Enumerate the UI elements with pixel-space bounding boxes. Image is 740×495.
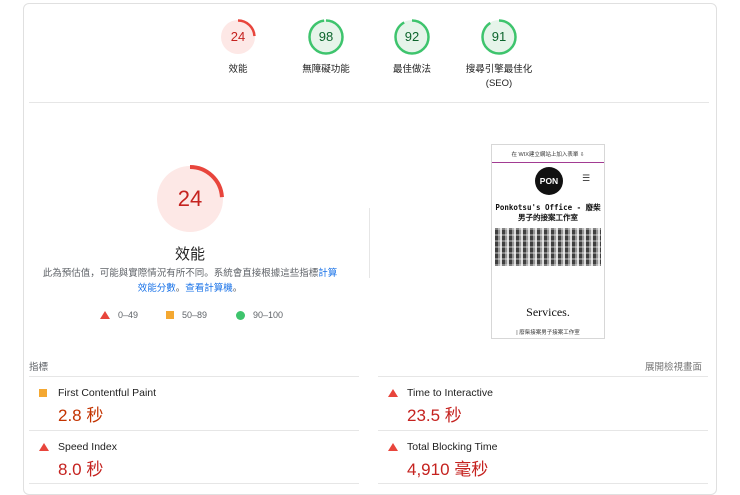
site-footer-text: | 廢柴接案男子接案工作室	[516, 330, 580, 336]
category-label: 效能	[228, 64, 248, 75]
site-headline: Ponkotsu's Office - 廢柴男子的接案工作室	[495, 203, 601, 222]
metric-name: First Contentful Paint	[58, 387, 157, 399]
triangle-icon	[100, 311, 110, 319]
category-label: 無障礙功能	[302, 64, 350, 75]
metric-value: 4,910 毫秒	[407, 460, 489, 479]
divider	[378, 483, 708, 484]
legend-label: 0–49	[118, 310, 139, 320]
category-score: 92	[404, 29, 420, 44]
legend-pass: 90–100	[236, 310, 283, 320]
expand-view-toggle[interactable]: 展開檢視畫面	[620, 359, 702, 373]
view-calculator-link[interactable]: 查看計算機	[185, 283, 233, 294]
wix-banner: 在 WIX建立網站上加入表單 ⇩	[492, 148, 604, 163]
metric-name: Time to Interactive	[407, 387, 493, 399]
circle-icon	[236, 310, 245, 320]
metric-value: 2.8 秒	[58, 406, 104, 425]
metric-name: Total Blocking Time	[407, 441, 498, 453]
divider	[492, 162, 604, 163]
triangle-icon	[388, 389, 398, 397]
hamburger-menu-icon: ☰	[582, 173, 591, 183]
category-score: 98	[318, 29, 334, 44]
description-text: 。	[175, 283, 186, 294]
services-heading: Services.	[526, 305, 570, 319]
final-screenshot: 在 WIX建立網站上加入表單 ⇩ PON ☰ Ponkotsu's Office…	[491, 144, 605, 339]
description-text: 。	[232, 283, 243, 294]
category-gauge-accessibility[interactable]: 98 無障礙功能	[291, 18, 361, 77]
legend-label: 90–100	[253, 310, 284, 320]
metric-name: Speed Index	[58, 441, 117, 453]
legend-fail: 0–49	[100, 310, 138, 320]
divider	[29, 102, 709, 103]
legend-average: 50–89	[166, 310, 207, 320]
metrics-title: 指標	[29, 362, 49, 373]
site-logo: PON	[535, 167, 563, 195]
divider	[29, 430, 359, 431]
category-score: 24	[230, 29, 246, 44]
divider	[29, 483, 359, 484]
category-gauge-performance[interactable]: 24 效能	[203, 18, 273, 77]
divider	[29, 376, 359, 377]
metric-value: 23.5 秒	[407, 406, 462, 425]
performance-title: 效能	[174, 246, 205, 263]
legend-label: 50–89	[182, 310, 208, 320]
triangle-icon	[388, 443, 398, 451]
metric-value: 8.0 秒	[58, 460, 104, 479]
performance-gauge: 24	[154, 163, 226, 235]
triangle-icon	[39, 443, 49, 451]
building-photo-overlay	[495, 228, 601, 266]
square-icon	[166, 311, 174, 319]
category-gauge-best-practices[interactable]: 92 最佳做法	[377, 18, 447, 77]
divider	[378, 430, 708, 431]
category-label: 搜尋引擎最佳化	[465, 64, 533, 75]
divider	[378, 376, 708, 377]
category-label: 最佳做法	[392, 64, 431, 75]
divider	[369, 208, 370, 278]
category-score: 91	[491, 29, 507, 44]
category-gauge-seo[interactable]: 91 搜尋引擎最佳化 (SEO)	[464, 18, 534, 91]
performance-description: 此為預估值，可能與實際情況有所不同。系統會直接根據這些指標計算效能分數。查看計算…	[40, 266, 340, 296]
description-text: 此為預估值，可能與實際情況有所不同。系統會直接根據這些指標	[42, 268, 319, 279]
square-icon	[39, 389, 47, 397]
category-sublabel: (SEO)	[485, 78, 513, 89]
report-panel	[23, 3, 717, 495]
performance-score: 24	[177, 186, 203, 211]
